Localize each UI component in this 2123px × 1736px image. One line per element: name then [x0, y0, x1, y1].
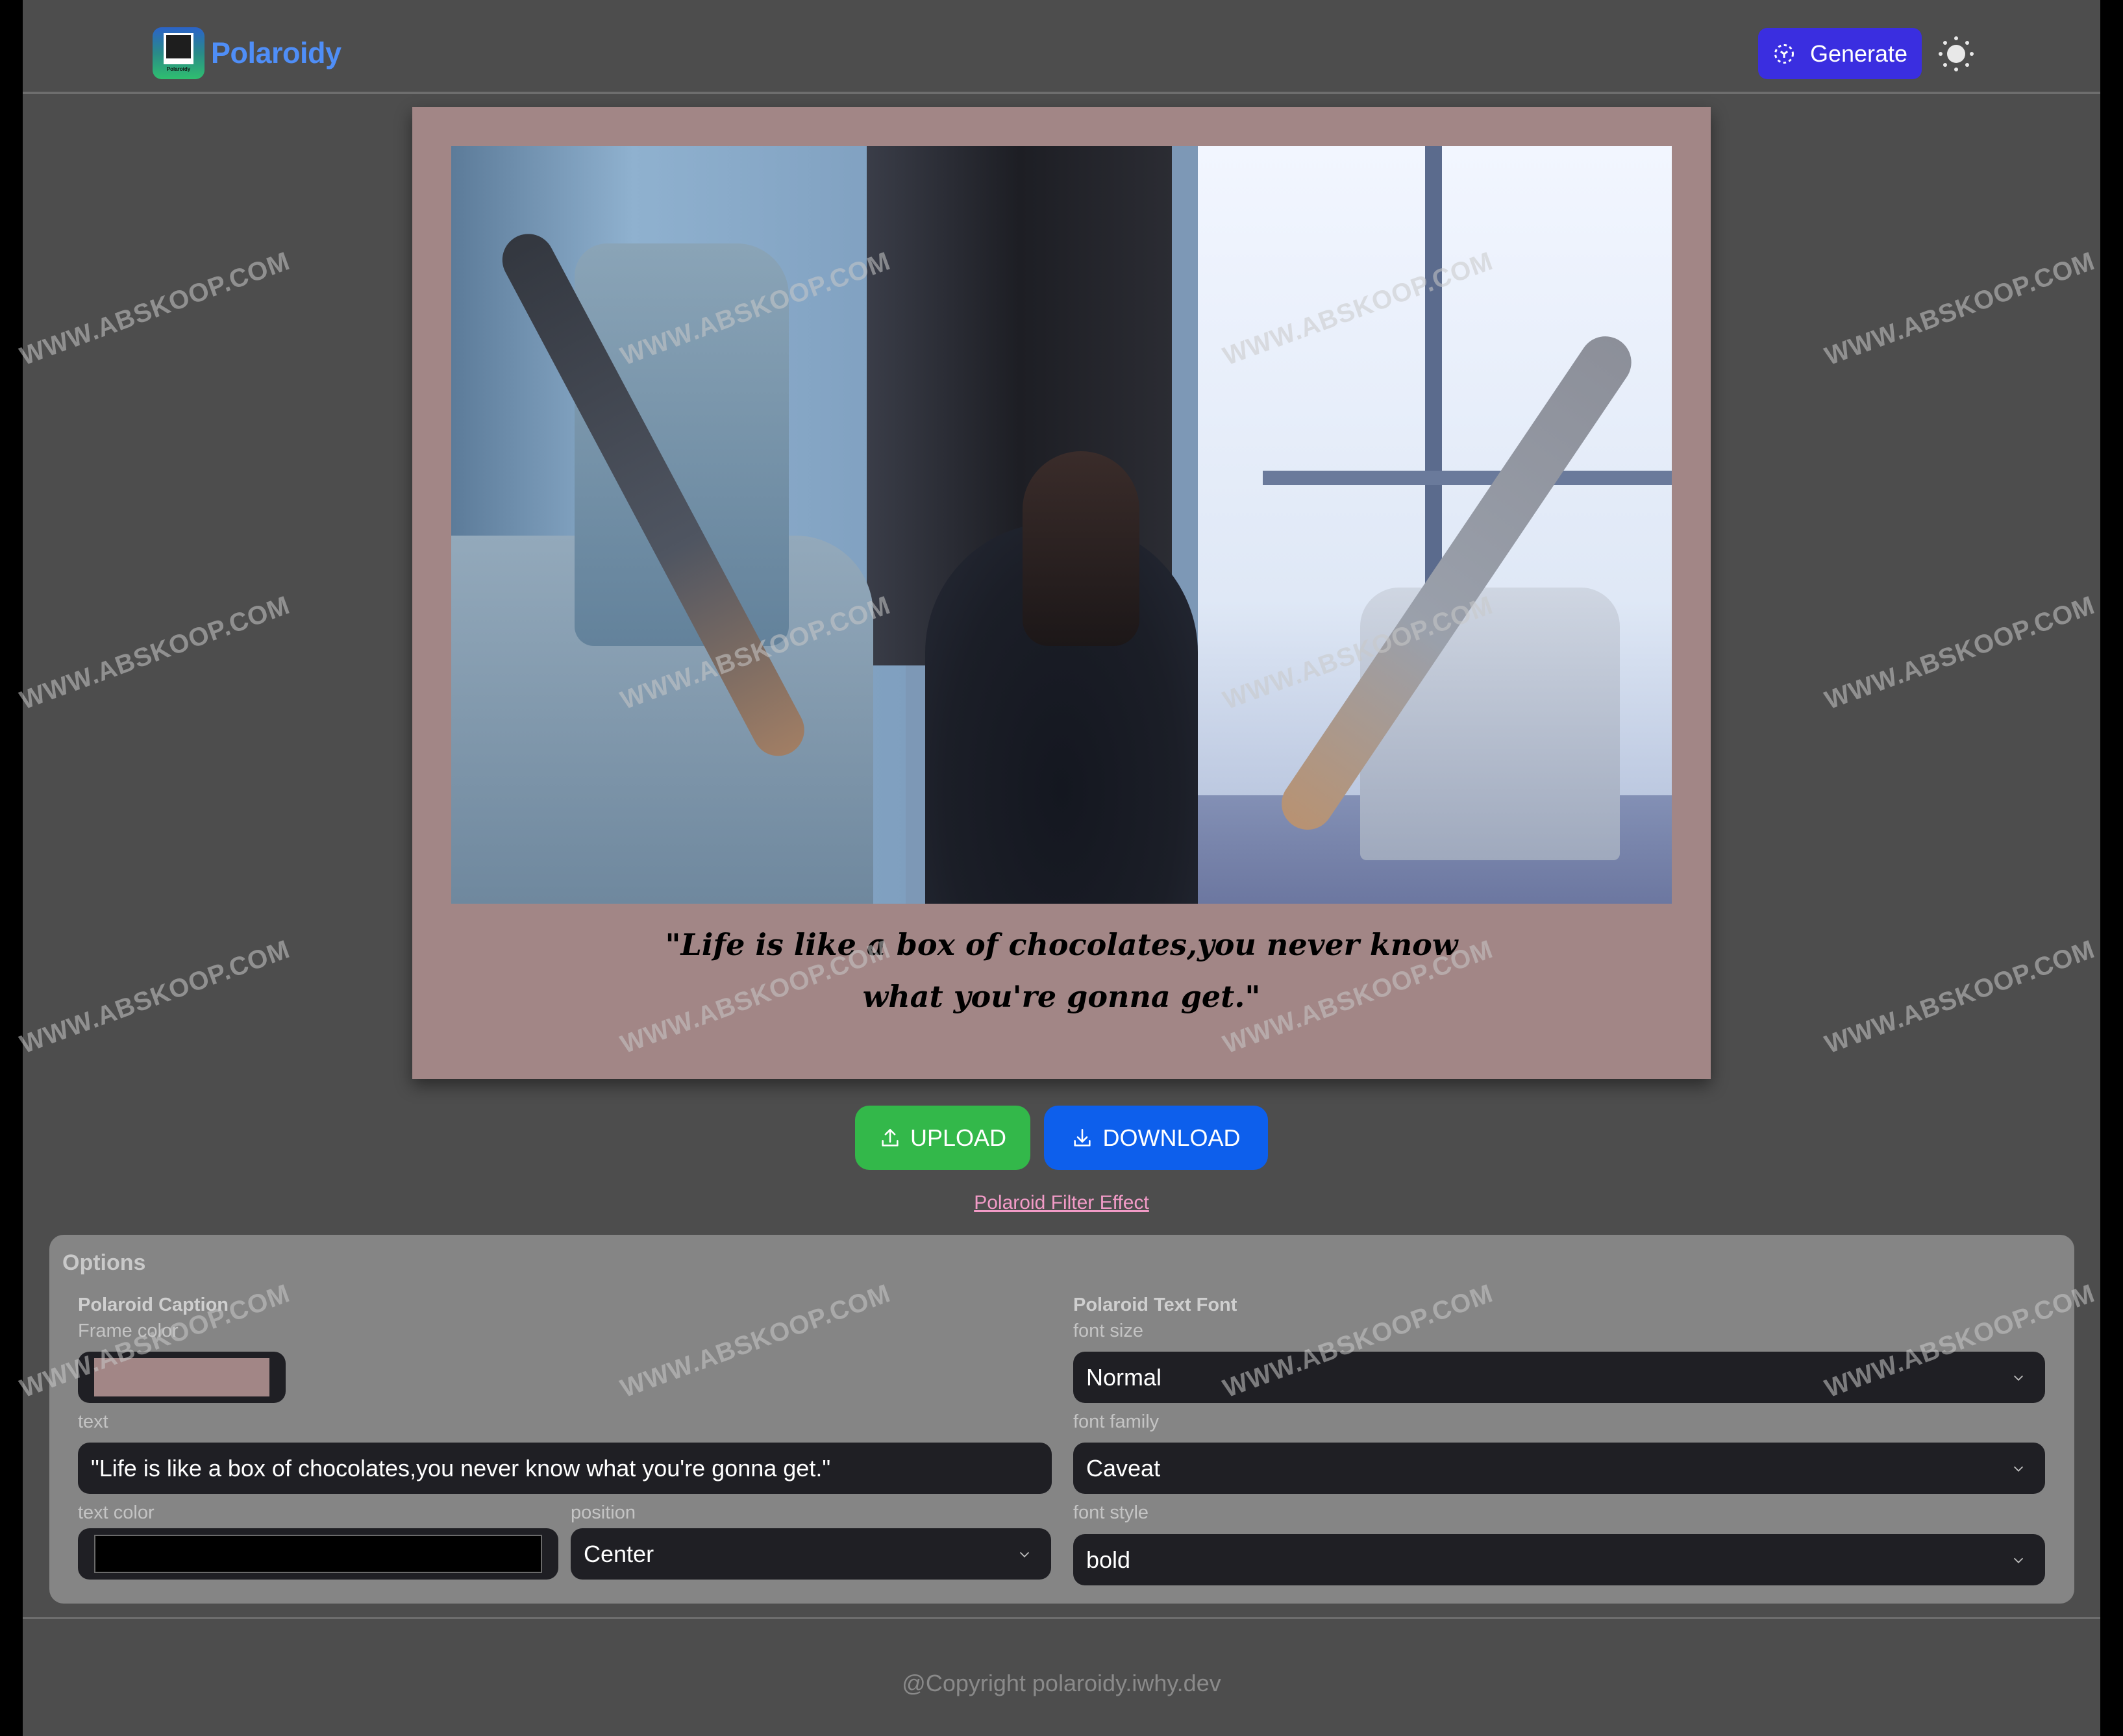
frame-color-label: Frame color: [78, 1321, 179, 1341]
chevron-down-icon: [2013, 1557, 2024, 1563]
footer-divider: [23, 1617, 2100, 1619]
download-icon: [1074, 1128, 1091, 1147]
sun-icon: [1939, 36, 1974, 71]
caption-line-2: what you're gonna get.": [862, 979, 1261, 1014]
header-divider: [23, 92, 2100, 94]
download-button[interactable]: DOWNLOAD: [1044, 1106, 1268, 1170]
caption-section-title: Polaroid Caption: [78, 1295, 229, 1315]
frame-color-picker[interactable]: [78, 1352, 286, 1403]
position-value: Center: [584, 1540, 654, 1567]
font-style-label: font style: [1073, 1502, 1149, 1523]
watermark: WWW.ABSKOOP.COM: [1821, 590, 2099, 715]
watermark: WWW.ABSKOOP.COM: [16, 590, 294, 715]
font-section-title: Polaroid Text Font: [1073, 1295, 1237, 1315]
options-panel: Options Polaroid Caption Frame color tex…: [49, 1235, 2074, 1604]
watermark: WWW.ABSKOOP.COM: [16, 246, 294, 371]
page: Polaroidy Polaroidy Generate "Life is li…: [16, 0, 2100, 1736]
text-color-label: text color: [78, 1502, 155, 1523]
watermark: WWW.ABSKOOP.COM: [1821, 246, 2099, 371]
upload-icon: [882, 1128, 899, 1147]
text-label: text: [78, 1411, 108, 1432]
frame-color-swatch: [94, 1358, 269, 1396]
polaroid-caption: "Life is like a box of chocolates,you ne…: [412, 919, 1711, 1023]
logo-link[interactable]: Polaroidy Polaroidy: [153, 27, 341, 79]
download-label: DOWNLOAD: [1102, 1124, 1241, 1151]
polaroid-photo: [451, 146, 1672, 904]
watermark: WWW.ABSKOOP.COM: [1821, 934, 2099, 1060]
options-title: Options: [62, 1250, 146, 1275]
filter-link-row: Polaroid Filter Effect: [23, 1192, 2100, 1214]
generate-label: Generate: [1809, 40, 1908, 67]
footer-copyright: @Copyright polaroidy.iwhy.dev: [902, 1670, 1221, 1696]
polaroid-frame: "Life is like a box of chocolates,you ne…: [412, 107, 1711, 1079]
text-color-swatch: [94, 1535, 542, 1573]
polaroid-filter-effect-link[interactable]: Polaroid Filter Effect: [974, 1192, 1149, 1213]
position-select[interactable]: Center: [571, 1528, 1051, 1580]
polaroid-logo-icon: Polaroidy: [153, 27, 205, 79]
chevron-down-icon: [2013, 1466, 2024, 1472]
font-size-select[interactable]: Normal: [1073, 1352, 2045, 1403]
ai-scan-icon: [1774, 43, 1794, 64]
caption-line-1: "Life is like a box of chocolates,you ne…: [665, 927, 1458, 962]
font-family-select[interactable]: Caveat: [1073, 1443, 2045, 1494]
upload-button[interactable]: UPLOAD: [855, 1106, 1030, 1170]
text-color-picker[interactable]: [78, 1528, 558, 1580]
chevron-down-icon: [1019, 1552, 1030, 1557]
caption-text-input[interactable]: "Life is like a box of chocolates,you ne…: [78, 1443, 1052, 1494]
font-family-value: Caveat: [1086, 1454, 1161, 1482]
upload-label: UPLOAD: [910, 1124, 1007, 1151]
chevron-down-icon: [2013, 1375, 2024, 1381]
logo-mini-text: Polaroidy: [166, 66, 191, 72]
font-size-value: Normal: [1086, 1363, 1162, 1391]
header: Polaroidy Polaroidy Generate: [23, 0, 2100, 92]
caption-text-value: "Life is like a box of chocolates,you ne…: [91, 1454, 831, 1482]
font-style-select[interactable]: bold: [1073, 1534, 2045, 1585]
generate-button[interactable]: Generate: [1758, 28, 1922, 79]
position-label: position: [571, 1502, 636, 1523]
watermark: WWW.ABSKOOP.COM: [16, 934, 294, 1060]
theme-toggle[interactable]: [1937, 34, 1976, 73]
font-style-value: bold: [1086, 1546, 1131, 1573]
font-size-label: font size: [1073, 1321, 1143, 1341]
app-name: Polaroidy: [211, 36, 341, 69]
font-family-label: font family: [1073, 1411, 1160, 1432]
